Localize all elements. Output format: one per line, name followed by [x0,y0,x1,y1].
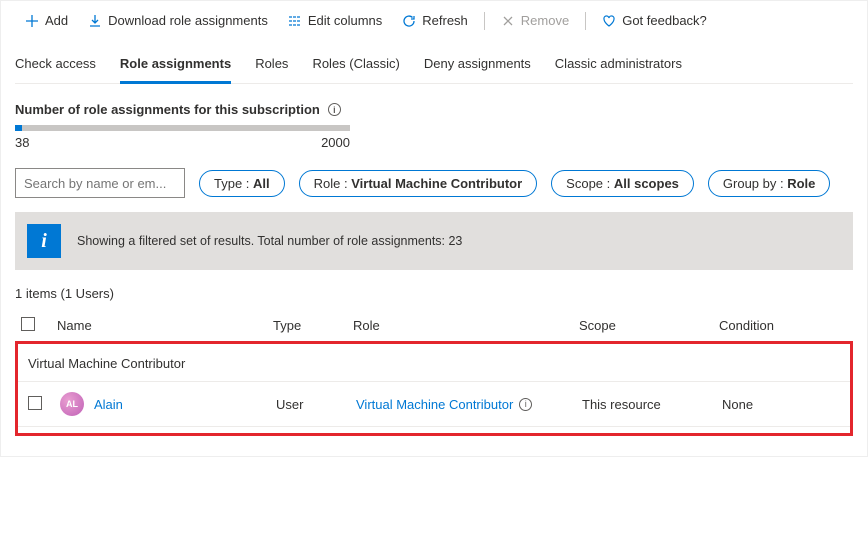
assignments-table: Name Type Role Scope Condition [15,309,853,343]
edit-columns-button[interactable]: Edit columns [278,9,392,32]
info-icon: i [27,224,61,258]
tab-roles-classic[interactable]: Roles (Classic) [312,50,399,83]
toolbar-divider [585,12,586,30]
tab-classic-administrators[interactable]: Classic administrators [555,50,682,83]
col-role[interactable]: Role [347,309,573,343]
info-bar: i Showing a filtered set of results. Tot… [15,212,853,270]
quota-current: 38 [15,135,29,150]
tab-check-access[interactable]: Check access [15,50,96,83]
col-name[interactable]: Name [51,309,267,343]
add-button[interactable]: Add [15,9,78,32]
download-icon [88,14,102,28]
group-header: Virtual Machine Contributor [18,344,850,382]
tab-role-assignments[interactable]: Role assignments [120,50,231,84]
toolbar-divider [484,12,485,30]
refresh-icon [402,14,416,28]
search-input[interactable] [15,168,185,198]
info-message: Showing a filtered set of results. Total… [77,234,462,248]
info-icon[interactable]: i [519,398,532,411]
quota-progress: 38 2000 [15,125,350,150]
command-bar: Add Download role assignments Edit colum… [15,1,853,42]
add-label: Add [45,13,68,28]
highlighted-result: Virtual Machine Contributor AL Alain Use… [15,341,853,436]
refresh-button[interactable]: Refresh [392,9,478,32]
progress-fill [15,125,22,131]
quota-title-row: Number of role assignments for this subs… [15,84,853,125]
filter-scope[interactable]: Scope : All scopes [551,170,694,197]
filter-role[interactable]: Role : Virtual Machine Contributor [299,170,538,197]
tab-bar: Check access Role assignments Roles Role… [15,42,853,84]
table-row[interactable]: AL Alain User Virtual Machine Contributo… [18,382,850,427]
edit-columns-label: Edit columns [308,13,382,28]
refresh-label: Refresh [422,13,468,28]
group-row: Virtual Machine Contributor [18,344,850,382]
filter-groupby[interactable]: Group by : Role [708,170,830,197]
heart-icon [602,14,616,28]
avatar: AL [60,392,84,416]
quota-max: 2000 [321,135,350,150]
info-icon[interactable]: i [328,103,341,116]
feedback-label: Got feedback? [622,13,707,28]
row-scope: This resource [576,382,716,427]
filter-bar: Type : All Role : Virtual Machine Contri… [15,150,853,212]
row-checkbox[interactable] [28,396,42,410]
col-type[interactable]: Type [267,309,347,343]
remove-label: Remove [521,13,569,28]
feedback-button[interactable]: Got feedback? [592,9,717,32]
download-label: Download role assignments [108,13,268,28]
remove-button: Remove [491,9,579,32]
quota-title: Number of role assignments for this subs… [15,102,320,117]
filter-type[interactable]: Type : All [199,170,285,197]
download-button[interactable]: Download role assignments [78,9,278,32]
role-link[interactable]: Virtual Machine Contributor [356,397,513,412]
col-scope[interactable]: Scope [573,309,713,343]
tab-deny-assignments[interactable]: Deny assignments [424,50,531,83]
row-type: User [270,382,350,427]
plus-icon [25,14,39,28]
select-all-checkbox[interactable] [21,317,35,331]
row-condition: None [716,382,850,427]
remove-icon [501,14,515,28]
user-name-link[interactable]: Alain [94,397,123,412]
columns-icon [288,14,302,28]
result-count: 1 items (1 Users) [15,270,853,309]
col-condition[interactable]: Condition [713,309,853,343]
tab-roles[interactable]: Roles [255,50,288,83]
